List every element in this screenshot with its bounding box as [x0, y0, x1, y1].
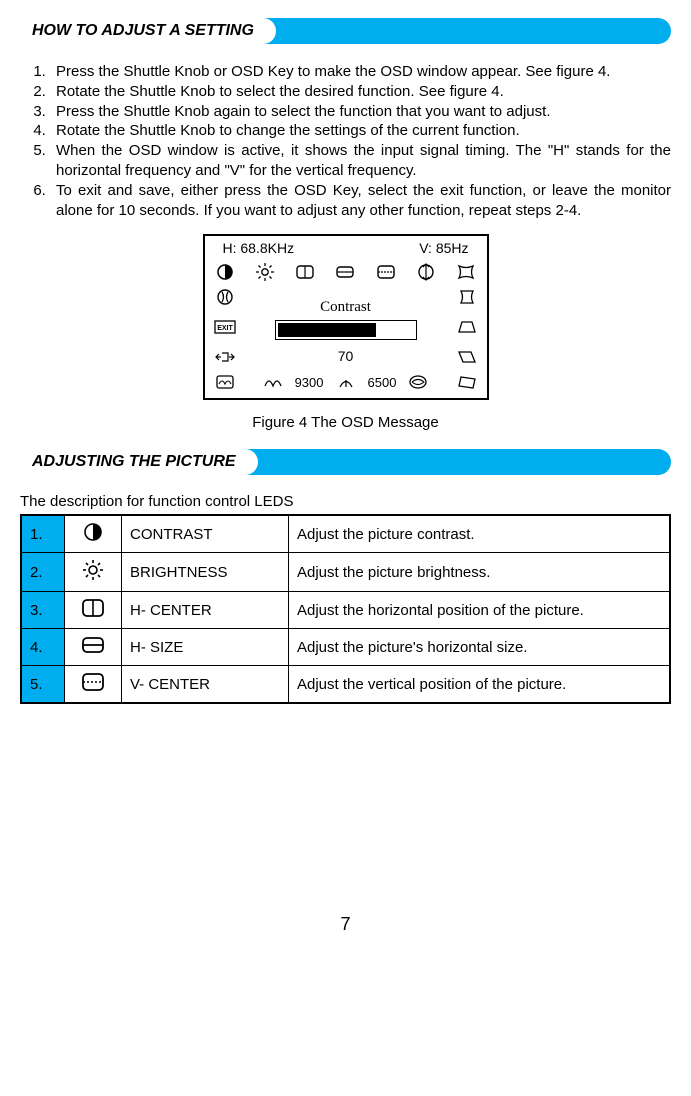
user-color-icon	[261, 372, 285, 392]
osd-temp-6500: 6500	[368, 375, 397, 390]
osd-v-freq: V: 85Hz	[419, 240, 468, 256]
h-center-icon	[293, 262, 317, 282]
recall-icon	[213, 347, 237, 367]
degauss-icon	[213, 372, 237, 392]
func-desc: Adjust the picture's horizontal size.	[289, 629, 671, 666]
svg-text:EXIT: EXIT	[217, 325, 233, 332]
func-name: H- SIZE	[122, 629, 289, 666]
osd-box: H: 68.8KHz V: 85Hz EXIT Contrast 70	[203, 234, 489, 400]
osd-top-row: H: 68.8KHz V: 85Hz	[205, 236, 487, 259]
osd-figure: H: 68.8KHz V: 85Hz EXIT Contrast 70	[203, 234, 489, 400]
pin-balance-icon	[455, 287, 479, 307]
steps-list: Press the Shuttle Knob or OSD Key to mak…	[20, 62, 671, 220]
row-number: 2.	[21, 553, 65, 592]
pincushion-icon	[454, 262, 478, 282]
step-6: To exit and save, either press the OSD K…	[50, 181, 671, 221]
leds-intro: The description for function control LED…	[20, 493, 671, 510]
osd-mid: EXIT Contrast 70	[205, 285, 487, 369]
osd-h-freq: H: 68.8KHz	[223, 240, 295, 256]
parallelogram-icon	[455, 347, 479, 367]
osd-left-col: EXIT	[213, 285, 237, 369]
color-temp-icon	[334, 372, 358, 392]
figure-caption: Figure 4 The OSD Message	[20, 414, 671, 431]
func-desc: Adjust the picture brightness.	[289, 553, 671, 592]
table-row: 3. H- CENTER Adjust the horizontal posit…	[21, 592, 670, 629]
table-row: 4. H- SIZE Adjust the picture's horizont…	[21, 629, 670, 666]
step-2: Rotate the Shuttle Knob to select the de…	[50, 82, 671, 102]
step-4: Rotate the Shuttle Knob to change the se…	[50, 121, 671, 141]
osd-bar	[275, 320, 417, 340]
brightness-icon	[253, 262, 277, 282]
brightness-icon	[65, 553, 122, 592]
h-center-icon	[65, 592, 122, 629]
table-row: 1. CONTRAST Adjust the picture contrast.	[21, 515, 670, 553]
h-size-icon	[65, 629, 122, 666]
section-header-how-to-adjust: HOW TO ADJUST A SETTING	[20, 18, 671, 44]
h-size-icon	[333, 262, 357, 282]
step-5: When the OSD window is active, it shows …	[50, 141, 671, 181]
contrast-icon	[213, 262, 237, 282]
tilt-icon	[455, 372, 479, 392]
table-row: 5. V- CENTER Adjust the vertical positio…	[21, 666, 670, 704]
v-center-icon	[65, 666, 122, 704]
osd-right-col	[455, 285, 479, 369]
row-number: 1.	[21, 515, 65, 553]
func-name: BRIGHTNESS	[122, 553, 289, 592]
osd-center: Contrast 70	[237, 285, 455, 369]
contrast-icon	[65, 515, 122, 553]
func-desc: Adjust the horizontal position of the pi…	[289, 592, 671, 629]
func-name: CONTRAST	[122, 515, 289, 553]
rotation-icon	[213, 287, 237, 307]
exit-icon: EXIT	[213, 317, 237, 337]
page-number: 7	[20, 914, 671, 935]
func-desc: Adjust the picture contrast.	[289, 515, 671, 553]
osd-bar-fill	[278, 323, 376, 337]
leds-table: 1. CONTRAST Adjust the picture contrast.…	[20, 514, 671, 704]
row-number: 4.	[21, 629, 65, 666]
osd-current-label: Contrast	[247, 299, 445, 316]
section-title: ADJUSTING THE PICTURE	[32, 453, 236, 471]
moire-icon	[406, 372, 430, 392]
step-3: Press the Shuttle Knob again to select t…	[50, 102, 671, 122]
osd-temp-9300: 9300	[295, 375, 324, 390]
table-row: 2. BRIGHTNESS Adjust the picture brightn…	[21, 553, 670, 592]
step-1: Press the Shuttle Knob or OSD Key to mak…	[50, 62, 671, 82]
func-name: H- CENTER	[122, 592, 289, 629]
trapezoid-icon	[455, 317, 479, 337]
osd-bottom-row: 9300 6500	[205, 369, 487, 398]
v-size-icon	[414, 262, 438, 282]
row-number: 5.	[21, 666, 65, 704]
section-header-tab: HOW TO ADJUST A SETTING	[20, 18, 276, 44]
section-header-adjusting-picture: ADJUSTING THE PICTURE	[20, 449, 671, 475]
func-name: V- CENTER	[122, 666, 289, 704]
section-header-tab: ADJUSTING THE PICTURE	[20, 449, 258, 475]
row-number: 3.	[21, 592, 65, 629]
func-desc: Adjust the vertical position of the pict…	[289, 666, 671, 704]
osd-current-value: 70	[247, 348, 445, 364]
osd-icon-row-top	[205, 259, 487, 285]
section-title: HOW TO ADJUST A SETTING	[32, 22, 254, 40]
v-center-icon	[374, 262, 398, 282]
